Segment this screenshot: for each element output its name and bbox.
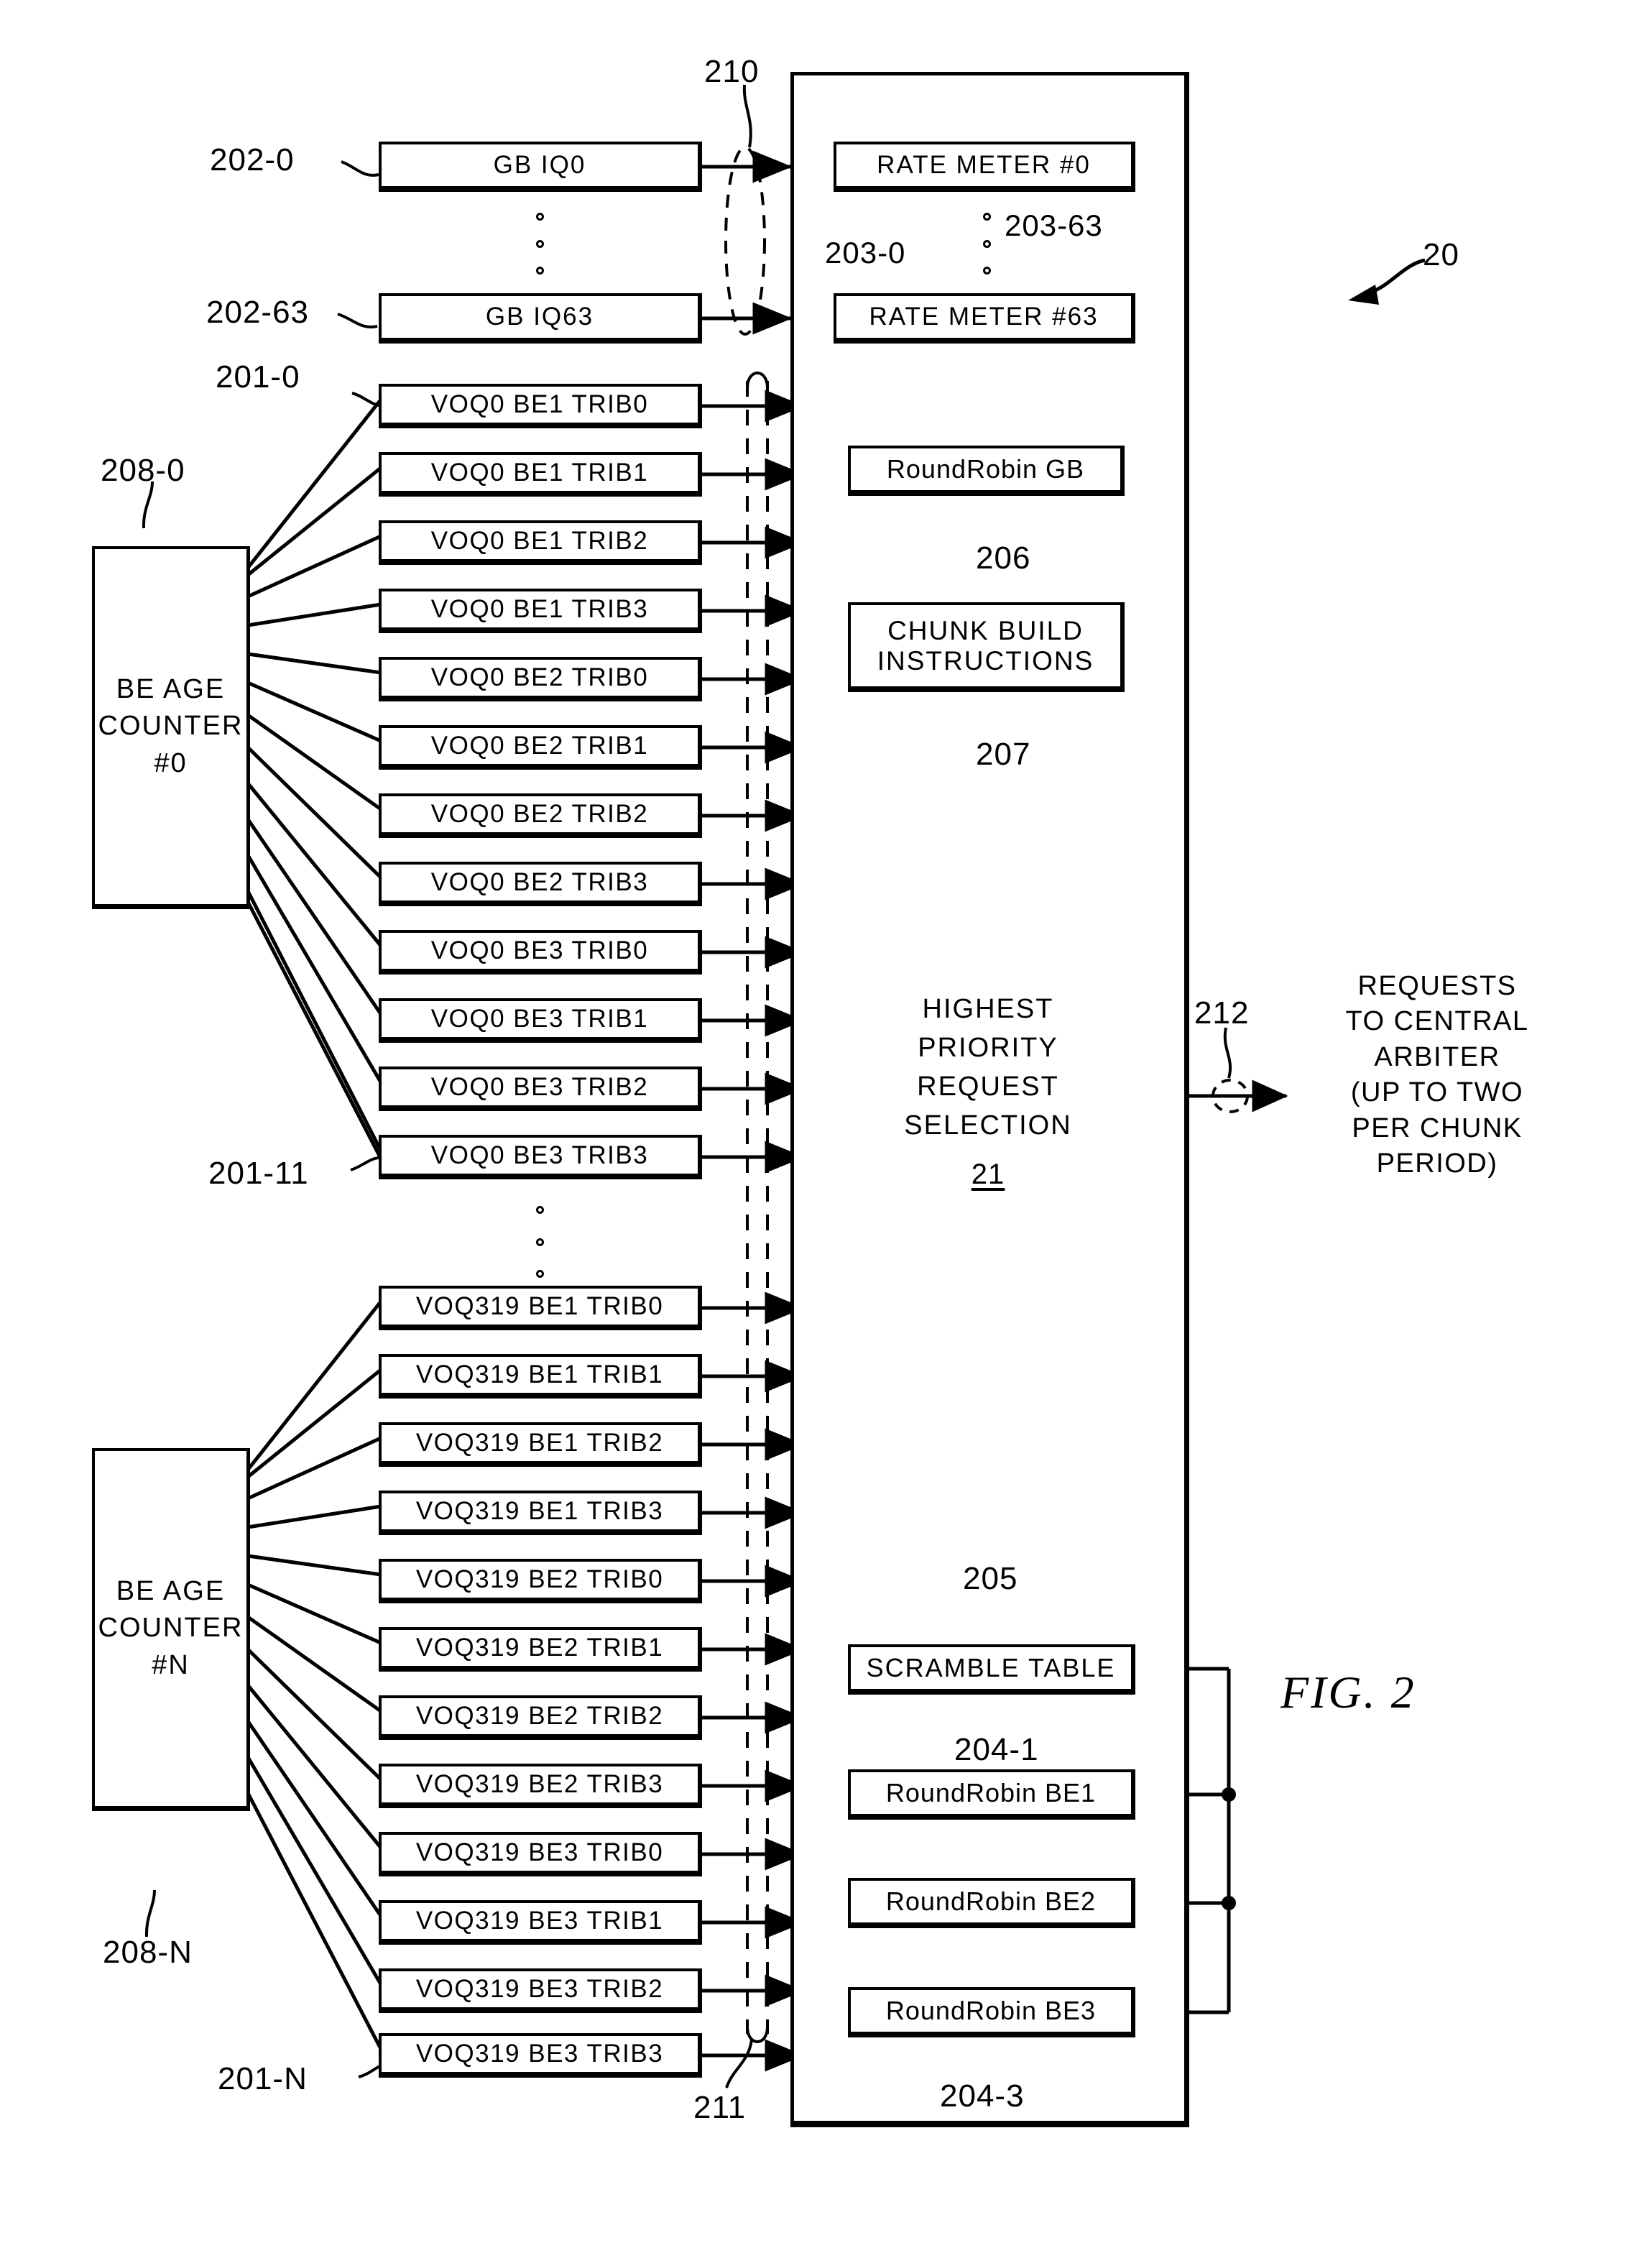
voq-bottom-row-3[interactable]: VOQ319 BE1 TRIB3 — [379, 1491, 702, 1535]
be-age-counter-0-label: BE AGE COUNTER #0 — [98, 674, 244, 778]
voq-group-ellipsis — [535, 1206, 545, 1278]
ref-201-11: 201-11 — [208, 1156, 309, 1191]
ref-206: 206 — [976, 540, 1031, 576]
rate-meter-63-label: RATE METER #63 — [869, 303, 1099, 331]
voq-top-row-6[interactable]: VOQ0 BE2 TRIB2 — [379, 793, 702, 838]
gb-input-queue-63[interactable]: GB IQ63 — [379, 293, 702, 344]
voq-top-row-0-label: VOQ0 BE1 TRIB0 — [430, 390, 649, 419]
voq-bottom-row-6[interactable]: VOQ319 BE2 TRIB2 — [379, 1695, 702, 1740]
ref-210-gb-bus: 210 — [704, 54, 760, 89]
ref-202-0: 202-0 — [210, 142, 295, 178]
voq-bottom-row-11-label: VOQ319 BE3 TRIB3 — [415, 2040, 664, 2068]
ref-203-63: 203-63 — [1005, 208, 1103, 242]
voq-top-row-3[interactable]: VOQ0 BE1 TRIB3 — [379, 589, 702, 633]
voq-bottom-row-9[interactable]: VOQ319 BE3 TRIB1 — [379, 1900, 702, 1945]
voq-bottom-row-5-label: VOQ319 BE2 TRIB1 — [415, 1634, 664, 1662]
voq-bottom-row-1-label: VOQ319 BE1 TRIB1 — [415, 1360, 664, 1389]
voq-top-row-8-label: VOQ0 BE3 TRIB0 — [430, 936, 649, 965]
voq-bottom-row-2-label: VOQ319 BE1 TRIB2 — [415, 1429, 664, 1457]
voq-top-row-11[interactable]: VOQ0 BE3 TRIB3 — [379, 1135, 702, 1179]
voq-bottom-row-9-label: VOQ319 BE3 TRIB1 — [415, 1907, 664, 1935]
voq-top-row-10-label: VOQ0 BE3 TRIB2 — [430, 1073, 649, 1102]
scramble-table-box[interactable]: SCRAMBLE TABLE — [848, 1644, 1135, 1695]
ref-201-0: 201-0 — [216, 359, 300, 395]
selector-panel-number: 21 — [971, 1158, 1005, 1190]
chunk-build-instructions-label: CHUNK BUILD INSTRUCTIONS — [877, 616, 1094, 676]
round-robin-be2-label: RoundRobin BE2 — [885, 1886, 1097, 1916]
rate-meter-0[interactable]: RATE METER #0 — [834, 142, 1135, 192]
round-robin-be3-box[interactable]: RoundRobin BE3 — [848, 1987, 1135, 2037]
voq-top-row-4[interactable]: VOQ0 BE2 TRIB0 — [379, 657, 702, 701]
rate-meter-0-label: RATE METER #0 — [877, 151, 1091, 180]
rate-meter-ellipsis — [982, 213, 992, 275]
ref-202-63: 202-63 — [206, 295, 310, 330]
round-robin-be1-box[interactable]: RoundRobin BE1 — [848, 1769, 1135, 1820]
round-robin-gb-box[interactable]: RoundRobin GB — [848, 446, 1125, 496]
ref-207: 207 — [976, 737, 1031, 772]
voq-top-row-9-label: VOQ0 BE3 TRIB1 — [430, 1005, 649, 1033]
ref-20-system: 20 — [1423, 237, 1459, 272]
voq-top-row-9[interactable]: VOQ0 BE3 TRIB1 — [379, 998, 702, 1043]
voq-bottom-row-10[interactable]: VOQ319 BE3 TRIB2 — [379, 1968, 702, 2013]
figure-label: FIG. 2 — [1280, 1667, 1416, 1718]
voq-bottom-row-4[interactable]: VOQ319 BE2 TRIB0 — [379, 1559, 702, 1603]
voq-top-row-10[interactable]: VOQ0 BE3 TRIB2 — [379, 1067, 702, 1111]
voq-top-row-11-label: VOQ0 BE3 TRIB3 — [430, 1141, 649, 1170]
chunk-build-instructions-box[interactable]: CHUNK BUILD INSTRUCTIONS — [848, 602, 1125, 692]
voq-top-row-3-label: VOQ0 BE1 TRIB3 — [430, 595, 649, 624]
be-age-counter-0[interactable]: BE AGE COUNTER #0 — [92, 546, 250, 909]
voq-bottom-row-10-label: VOQ319 BE3 TRIB2 — [415, 1975, 664, 2004]
voq-top-row-5-label: VOQ0 BE2 TRIB1 — [430, 732, 649, 760]
ref-212-output-bus: 212 — [1194, 995, 1250, 1031]
ref-203-0: 203-0 — [825, 236, 906, 270]
rate-meter-63[interactable]: RATE METER #63 — [834, 293, 1135, 344]
voq-bottom-row-8-label: VOQ319 BE3 TRIB0 — [415, 1838, 664, 1867]
voq-bottom-row-0[interactable]: VOQ319 BE1 TRIB0 — [379, 1286, 702, 1330]
voq-bottom-row-7[interactable]: VOQ319 BE2 TRIB3 — [379, 1764, 702, 1808]
voq-bottom-row-0-label: VOQ319 BE1 TRIB0 — [415, 1292, 664, 1321]
voq-top-row-5[interactable]: VOQ0 BE2 TRIB1 — [379, 725, 702, 770]
voq-bottom-row-4-label: VOQ319 BE2 TRIB0 — [415, 1565, 664, 1594]
output-description: REQUESTS TO CENTRAL ARBITER (UP TO TWO P… — [1345, 971, 1529, 1179]
voq-top-row-7-label: VOQ0 BE2 TRIB3 — [430, 868, 649, 897]
voq-bottom-row-6-label: VOQ319 BE2 TRIB2 — [415, 1702, 664, 1731]
voq-bottom-row-5[interactable]: VOQ319 BE2 TRIB1 — [379, 1627, 702, 1672]
round-robin-be1-label: RoundRobin BE1 — [885, 1777, 1097, 1807]
round-robin-be2-box[interactable]: RoundRobin BE2 — [848, 1878, 1135, 1928]
voq-bottom-row-3-label: VOQ319 BE1 TRIB3 — [415, 1497, 664, 1526]
voq-bottom-row-8[interactable]: VOQ319 BE3 TRIB0 — [379, 1832, 702, 1876]
gb-input-queue-63-label: GB IQ63 — [485, 303, 594, 331]
gb-input-queue-0[interactable]: GB IQ0 — [379, 142, 702, 192]
ref-208-0: 208-0 — [101, 453, 185, 488]
round-robin-be3-label: RoundRobin BE3 — [885, 1995, 1097, 2025]
voq-top-row-0[interactable]: VOQ0 BE1 TRIB0 — [379, 384, 702, 428]
voq-bottom-row-7-label: VOQ319 BE2 TRIB3 — [415, 1770, 664, 1799]
selector-panel-title: HIGHEST PRIORITY REQUEST SELECTION — [904, 994, 1072, 1141]
ref-204-3: 204-3 — [940, 2078, 1025, 2114]
patent-figure-2: GB IQ0 GB IQ63 202-0 202-63 RATE METER #… — [0, 0, 1652, 2248]
voq-bottom-row-11[interactable]: VOQ319 BE3 TRIB3 — [379, 2033, 702, 2078]
ref-208-N: 208-N — [103, 1935, 193, 1970]
voq-top-row-7[interactable]: VOQ0 BE2 TRIB3 — [379, 862, 702, 906]
gb-queue-ellipsis — [535, 213, 545, 275]
ref-205: 205 — [963, 1561, 1018, 1596]
voq-top-row-2-label: VOQ0 BE1 TRIB2 — [430, 527, 649, 556]
ref-211-be-bus: 211 — [693, 2090, 747, 2125]
voq-top-row-2[interactable]: VOQ0 BE1 TRIB2 — [379, 520, 702, 565]
voq-bottom-row-2[interactable]: VOQ319 BE1 TRIB2 — [379, 1422, 702, 1467]
voq-top-row-1-label: VOQ0 BE1 TRIB1 — [430, 459, 649, 487]
ref-204-1: 204-1 — [954, 1732, 1039, 1767]
voq-top-row-8[interactable]: VOQ0 BE3 TRIB0 — [379, 930, 702, 975]
ref-201-N: 201-N — [218, 2061, 308, 2096]
gb-input-queue-0-label: GB IQ0 — [493, 151, 586, 180]
voq-top-row-6-label: VOQ0 BE2 TRIB2 — [430, 800, 649, 829]
voq-top-row-1[interactable]: VOQ0 BE1 TRIB1 — [379, 452, 702, 497]
be-age-counter-n[interactable]: BE AGE COUNTER #N — [92, 1448, 250, 1811]
voq-top-row-4-label: VOQ0 BE2 TRIB0 — [430, 663, 649, 692]
round-robin-gb-label: RoundRobin GB — [886, 453, 1085, 484]
voq-bottom-row-1[interactable]: VOQ319 BE1 TRIB1 — [379, 1354, 702, 1399]
be-age-counter-n-label: BE AGE COUNTER #N — [98, 1576, 244, 1680]
scramble-table-label: SCRAMBLE TABLE — [866, 1652, 1116, 1682]
